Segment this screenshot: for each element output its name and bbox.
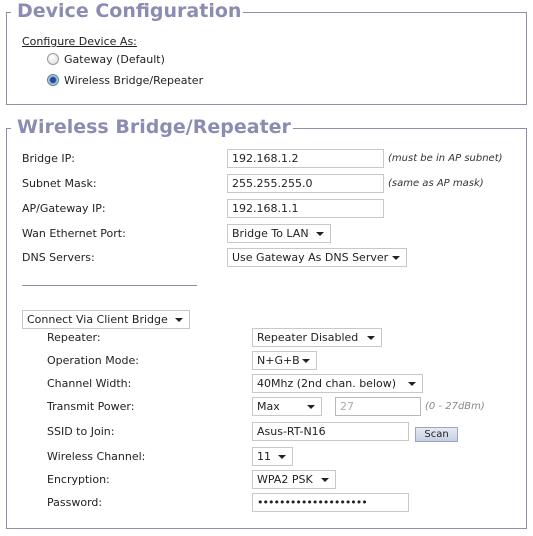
chevron-down-icon (316, 232, 324, 236)
device-configuration-legend: Device Configuration (15, 0, 244, 22)
transmit-power-input[interactable]: 27 (335, 397, 421, 416)
chevron-down-icon (175, 318, 183, 322)
channel-width-label: Channel Width: (47, 377, 132, 390)
section-divider (22, 285, 197, 286)
chevron-down-icon (367, 336, 375, 340)
transmit-power-value: Max (257, 400, 280, 413)
subnet-mask-hint: (same as AP mask) (388, 178, 484, 189)
radio-wireless-bridge-repeater[interactable]: Wireless Bridge/Repeater (47, 74, 203, 87)
chevron-down-icon (278, 455, 286, 459)
operation-mode-value: N+G+B (257, 354, 300, 367)
channel-width-value: 40Mhz (2nd chan. below) (257, 377, 397, 390)
dns-servers-value: Use Gateway As DNS Server (232, 251, 389, 264)
wireless-channel-label: Wireless Channel: (47, 450, 146, 463)
dns-servers-label: DNS Servers: (22, 251, 95, 264)
chevron-down-icon (408, 382, 416, 386)
transmit-power-select[interactable]: Max (252, 397, 322, 416)
wireless-channel-value: 11 (257, 450, 271, 463)
encryption-select[interactable]: WPA2 PSK (252, 470, 336, 489)
repeater-value: Repeater Disabled (257, 331, 359, 344)
repeater-label: Repeater: (47, 331, 101, 344)
radio-unchecked-icon[interactable] (47, 53, 59, 65)
wireless-bridge-legend: Wireless Bridge/Repeater (15, 116, 293, 138)
radio-gateway-default[interactable]: Gateway (Default) (47, 53, 165, 66)
gateway-ip-label: AP/Gateway IP: (22, 202, 106, 215)
wan-ethernet-port-select[interactable]: Bridge To LAN (227, 224, 331, 243)
ssid-label: SSID to Join: (47, 425, 115, 438)
subnet-mask-label: Subnet Mask: (22, 177, 97, 190)
channel-width-select[interactable]: 40Mhz (2nd chan. below) (252, 374, 423, 393)
operation-mode-select[interactable]: N+G+B (252, 351, 317, 370)
bridge-ip-input[interactable]: 192.168.1.2 (227, 149, 384, 168)
password-label: Password: (47, 496, 103, 509)
password-input[interactable]: •••••••••••••••••••• (252, 493, 409, 512)
radio-gateway-label: Gateway (Default) (64, 53, 165, 66)
transmit-power-hint: (0 - 27dBm) (425, 401, 485, 412)
transmit-power-label: Transmit Power: (47, 400, 135, 413)
wireless-channel-select[interactable]: 11 (252, 447, 293, 466)
bridge-ip-label: Bridge IP: (22, 152, 75, 165)
repeater-select[interactable]: Repeater Disabled (252, 328, 382, 347)
bridge-ip-hint: (must be in AP subnet) (388, 153, 503, 164)
wan-ethernet-port-value: Bridge To LAN (232, 227, 309, 240)
chevron-down-icon (321, 478, 329, 482)
operation-mode-label: Operation Mode: (47, 354, 139, 367)
encryption-label: Encryption: (47, 473, 110, 486)
connect-mode-select[interactable]: Connect Via Client Bridge (22, 310, 190, 329)
wan-ethernet-port-label: Wan Ethernet Port: (22, 227, 126, 240)
dns-servers-select[interactable]: Use Gateway As DNS Server (227, 248, 407, 267)
chevron-down-icon (302, 359, 310, 363)
radio-bridge-label: Wireless Bridge/Repeater (64, 74, 204, 87)
configure-device-as-label: Configure Device As: (22, 35, 137, 48)
chevron-down-icon (392, 256, 400, 260)
radio-checked-icon[interactable] (47, 74, 59, 86)
gateway-ip-input[interactable]: 192.168.1.1 (227, 199, 384, 218)
scan-button[interactable]: Scan (415, 427, 458, 442)
subnet-mask-input[interactable]: 255.255.255.0 (227, 174, 384, 193)
ssid-input[interactable]: Asus-RT-N16 (252, 422, 409, 441)
connect-mode-value: Connect Via Client Bridge (27, 313, 168, 326)
encryption-value: WPA2 PSK (257, 473, 313, 486)
chevron-down-icon (307, 405, 315, 409)
